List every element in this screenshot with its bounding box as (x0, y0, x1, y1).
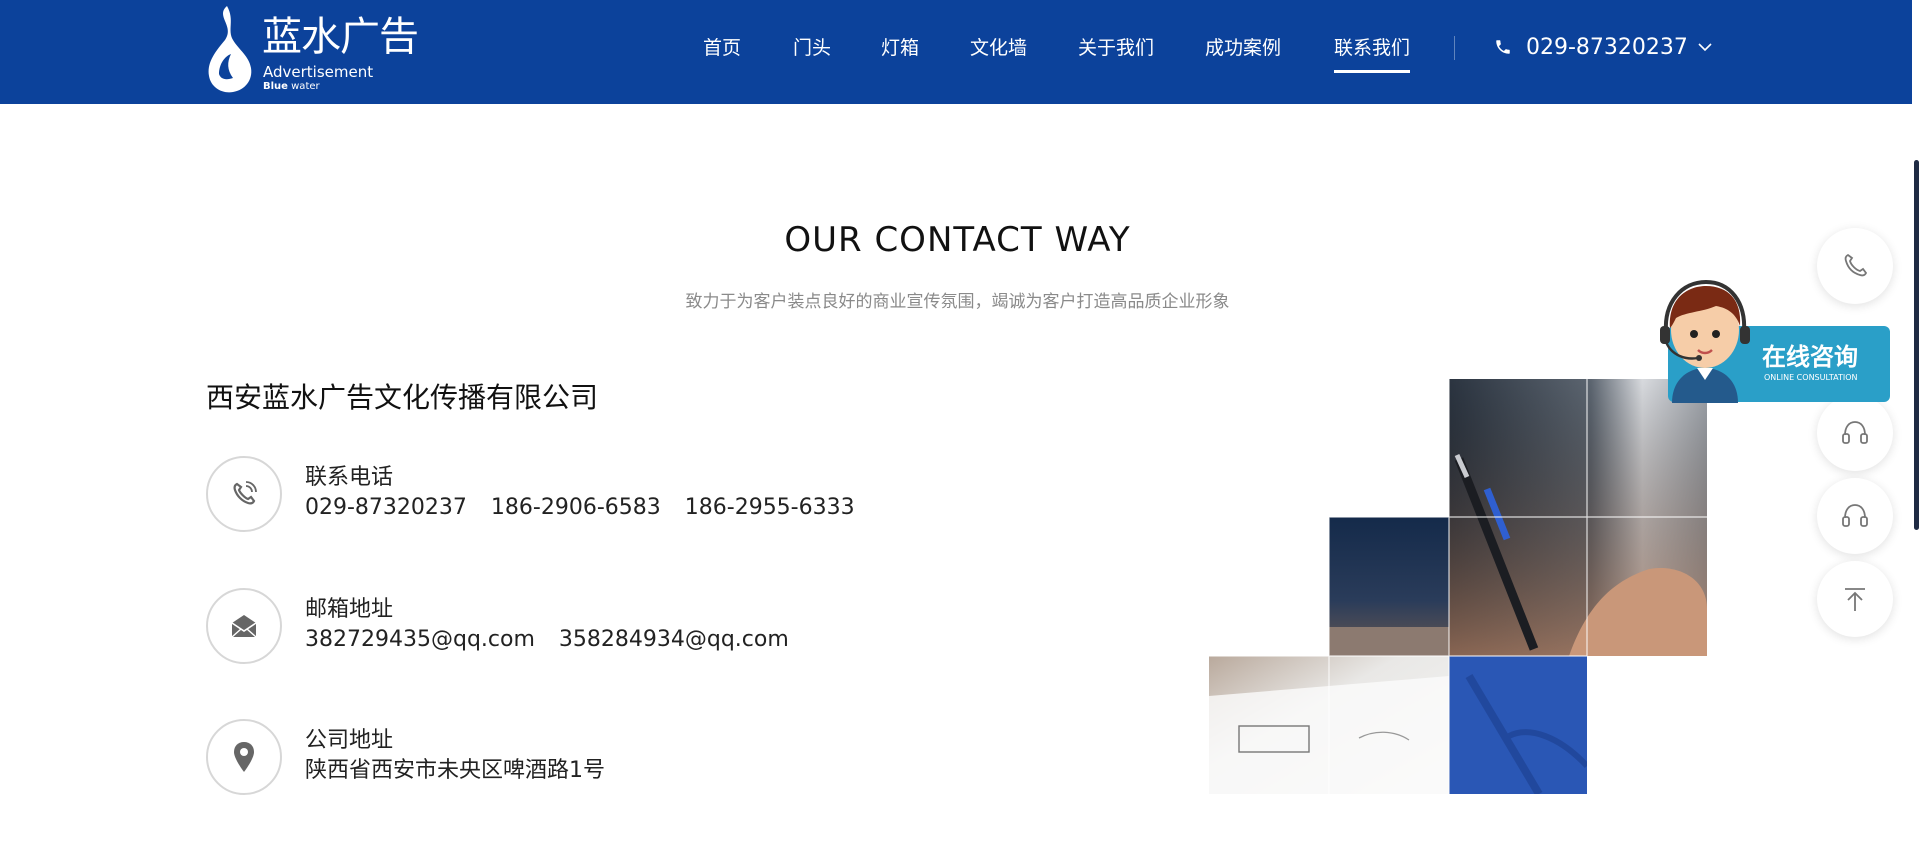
phone-number[interactable]: 186-2955-6333 (685, 495, 855, 520)
logo-english-text: Advertisement (263, 63, 374, 81)
nav-storefront[interactable]: 门头 (793, 36, 831, 60)
nav-divider (1454, 36, 1455, 60)
nav-contact[interactable]: 联系我们 (1334, 36, 1411, 73)
back-to-top-icon (1845, 588, 1865, 611)
nav-home[interactable]: 首页 (703, 36, 741, 60)
email-address[interactable]: 358284934@qq.com (559, 627, 789, 652)
nav-culture-wall[interactable]: 文化墙 (970, 36, 1027, 60)
contact-phone-label: 联系电话 (305, 465, 394, 490)
contact-address-value: 陕西省西安市未央区啤酒路1号 (305, 758, 605, 783)
contact-email-values: 382729435@qq.com 358284934@qq.com (305, 626, 813, 654)
back-to-top-button[interactable] (1817, 561, 1893, 637)
decorative-photo-grid (1209, 379, 1707, 794)
water-drop-logo-icon (208, 6, 252, 93)
site-header: 蓝水广告 Advertisement Blue water 首页 门头 灯箱 文… (0, 0, 1920, 104)
phone-number[interactable]: 186-2906-6583 (491, 495, 661, 520)
contact-address: 公司地址 陕西省西安市未央区啤酒路1号 (206, 719, 906, 799)
phone-icon (233, 481, 257, 505)
contact-phone: 联系电话 029-87320237 186-2906-6583 186-2955-6… (206, 456, 906, 536)
contact-address-label: 公司地址 (305, 728, 394, 753)
nav-about[interactable]: 关于我们 (1078, 36, 1154, 60)
phone-number[interactable]: 029-87320237 (305, 495, 467, 520)
header-phone[interactable]: 029-87320237 (1494, 32, 1712, 62)
headset-icon (1842, 421, 1868, 444)
headset-icon (1842, 504, 1868, 527)
section-title: OUR CONTACT WAY (784, 220, 1131, 260)
logo-english-subtext: Blue water (263, 81, 320, 92)
nav-lightbox[interactable]: 灯箱 (881, 36, 919, 60)
side-service-button[interactable] (1817, 395, 1893, 471)
consultation-subtitle: ONLINE CONSULTATION (1764, 373, 1858, 382)
consultation-title: 在线咨询 (1762, 343, 1858, 371)
logo-chinese-text: 蓝水广告 (262, 14, 419, 60)
mail-icon (231, 615, 257, 638)
contact-phone-values: 029-87320237 186-2906-6583 186-2955-6333 (305, 494, 879, 522)
grid-lines (1209, 379, 1707, 794)
company-name: 西安蓝水广告文化传播有限公司 (206, 381, 599, 414)
chevron-down-icon (1698, 43, 1712, 52)
side-service-button[interactable] (1817, 478, 1893, 554)
nav-cases[interactable]: 成功案例 (1205, 36, 1281, 60)
contact-phone-icon-circle (206, 456, 282, 532)
email-address[interactable]: 382729435@qq.com (305, 627, 535, 652)
phone-icon (1496, 40, 1510, 54)
scrollbar-thumb[interactable] (1914, 160, 1919, 530)
online-consultation-widget[interactable]: 在线咨询 ONLINE CONSULTATION (1650, 268, 1890, 403)
contact-address-icon-circle (206, 719, 282, 795)
logo[interactable]: 蓝水广告 Advertisement Blue water (205, 4, 419, 94)
section-subtitle: 致力于为客户装点良好的商业宣传氛围，竭诚为客户打造高品质企业形象 (685, 292, 1230, 312)
location-pin-icon (234, 742, 254, 772)
contact-email-icon-circle (206, 588, 282, 664)
contact-email: 邮箱地址 382729435@qq.com 358284934@qq.com (206, 588, 906, 668)
contact-email-label: 邮箱地址 (305, 597, 394, 622)
header-phone-number: 029-87320237 (1526, 34, 1688, 60)
agent-avatar-icon (1660, 279, 1750, 403)
